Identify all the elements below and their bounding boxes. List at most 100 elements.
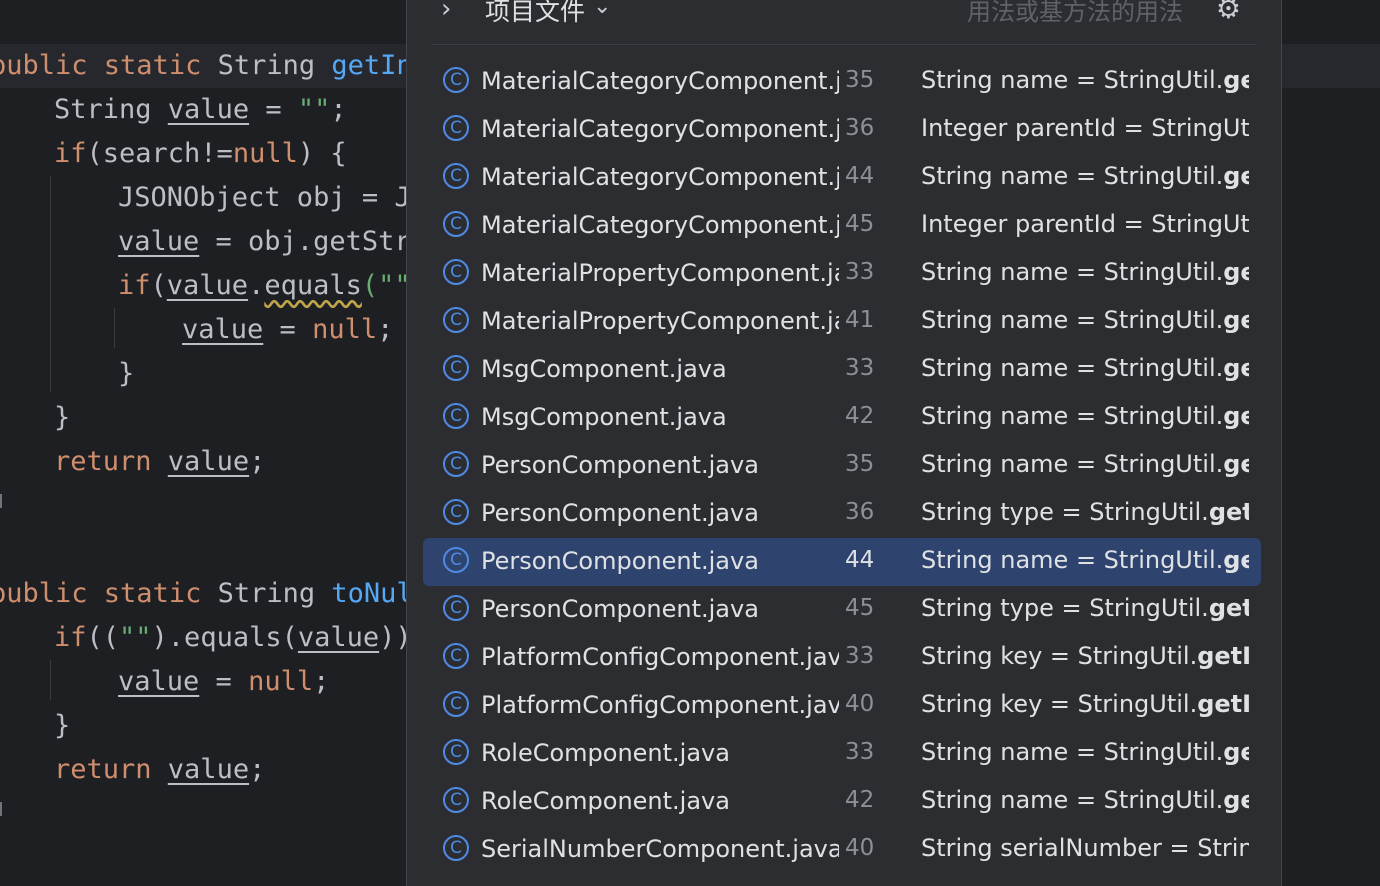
snippet-text: Integer parentId = StringUtil <box>921 114 1249 142</box>
result-line-number: 45 <box>845 595 875 621</box>
class-c-icon: C <box>443 163 469 189</box>
chevron-down-icon[interactable]: ⌄ <box>593 0 611 19</box>
gear-icon[interactable]: ⚙ <box>1216 0 1241 25</box>
code-token: value <box>166 270 249 301</box>
code-token: ; <box>249 446 266 477</box>
usage-result-row[interactable]: C PersonComponent.java 44 String name = Str… <box>423 538 1261 586</box>
result-file-name: MaterialCategoryComponent.java <box>481 211 839 239</box>
snippet-match: get <box>1223 258 1249 286</box>
code-token: public <box>0 578 104 609</box>
show-usages-popup: › 项目文件 ⌄ 用法或基方法的用法 ⚙ C MaterialCategoryCo… <box>406 0 1282 886</box>
usage-result-row[interactable]: C PersonComponent.java 45 String type = Str… <box>423 586 1261 634</box>
usage-result-row[interactable]: C RoleComponent.java 42 String name = Strin… <box>423 778 1261 826</box>
usage-result-row[interactable]: C PersonComponent.java 36 String type = Str… <box>423 490 1261 538</box>
usage-result-row[interactable]: C RoleComponent.java 33 String name = Strin… <box>423 730 1261 778</box>
class-c-icon: C <box>443 403 469 429</box>
header-divider <box>431 44 1257 45</box>
code-token: ("" <box>361 270 411 301</box>
usage-result-row[interactable]: C MaterialCategoryComponent.java44 String … <box>423 154 1261 202</box>
scope-selector[interactable]: 项目文件 <box>485 0 585 28</box>
usage-result-row[interactable]: C MsgComponent.java 42 String name = String… <box>423 394 1261 442</box>
class-c-icon: C <box>443 307 469 333</box>
code-token: = <box>249 94 298 125</box>
result-line-number: 36 <box>845 499 875 525</box>
code-token: value <box>167 446 250 477</box>
code-token: String <box>217 578 332 609</box>
snippet-text: Integer parentId = StringUtil <box>921 210 1249 238</box>
code-token: "" <box>297 94 331 125</box>
result-line-number: 42 <box>845 787 875 813</box>
code-line: value = obj.getStr <box>118 220 411 264</box>
result-line-number: 44 <box>845 163 875 189</box>
result-file-name: MaterialPropertyComponent.java <box>481 307 839 335</box>
code-token: null <box>232 138 298 169</box>
snippet-match: getIn <box>1208 498 1249 526</box>
result-code-snippet: String serialNumber = String <box>921 826 1249 874</box>
code-line: } <box>54 704 70 748</box>
class-c-icon: C <box>443 547 469 573</box>
result-code-snippet: String name = StringUtil.get <box>921 346 1249 394</box>
result-line-number: 33 <box>845 259 875 285</box>
usage-result-row[interactable]: C PersonComponent.java 35 String name = Str… <box>423 442 1261 490</box>
indent-guide <box>114 308 115 348</box>
chevron-right-icon[interactable]: › <box>441 0 451 24</box>
code-line: if(("").equals(value)) <box>54 616 412 660</box>
code-token: (search!= <box>86 138 233 169</box>
code-line: return value; <box>54 748 265 792</box>
usage-result-row[interactable]: C PlatformConfigComponent.java 33 String ke… <box>423 634 1261 682</box>
result-code-snippet: Integer parentId = StringUtil <box>921 202 1249 250</box>
usage-result-row[interactable]: C MaterialPropertyComponent.java 33 String … <box>423 250 1261 298</box>
result-code-snippet: String name = StringUtil.get <box>921 538 1249 586</box>
usage-result-row[interactable]: C SerialNumberComponent.java 40 String seri… <box>423 826 1261 874</box>
snippet-text: String type = StringUtil. <box>921 498 1209 526</box>
code-token: null <box>312 314 378 345</box>
class-c-icon: C <box>443 787 469 813</box>
snippet-match: get <box>1223 162 1249 190</box>
snippet-text: String name = StringUtil. <box>921 402 1224 430</box>
code-token: return <box>54 754 168 785</box>
result-file-name: PersonComponent.java <box>481 547 759 575</box>
method-end-marker <box>0 802 2 816</box>
usage-result-row[interactable]: C MaterialCategoryComponent.java36 Integer… <box>423 106 1261 154</box>
code-line: if(value.equals("" <box>118 264 411 308</box>
usage-result-row[interactable]: C MaterialCategoryComponent.java45 Integer… <box>423 202 1261 250</box>
usage-result-row[interactable]: C PlatformConfigComponent.java 40 String ke… <box>423 682 1261 730</box>
code-token: getIn <box>331 50 413 81</box>
result-code-snippet: String key = StringUtil.getInt <box>921 634 1249 682</box>
class-c-icon: C <box>443 835 469 861</box>
class-c-icon: C <box>443 499 469 525</box>
method-end-marker <box>0 494 2 508</box>
code-token: equals <box>264 270 362 301</box>
usage-result-row[interactable]: C MaterialCategoryComponent.java35 String … <box>423 58 1261 106</box>
snippet-match: get <box>1223 546 1249 574</box>
snippet-match: getIn <box>1208 594 1249 622</box>
result-line-number: 44 <box>845 547 875 573</box>
class-c-icon: C <box>443 67 469 93</box>
snippet-text: String key = StringUtil. <box>921 690 1198 718</box>
result-code-snippet: String name = StringUtil.get <box>921 298 1249 346</box>
snippet-text: String serialNumber = String <box>921 834 1249 862</box>
code-line: String value = ""; <box>54 88 347 132</box>
result-code-snippet: String name = StringUtil.get <box>921 250 1249 298</box>
usage-result-row[interactable]: C MaterialPropertyComponent.java 41 String … <box>423 298 1261 346</box>
popup-header: › 项目文件 ⌄ 用法或基方法的用法 ⚙ <box>407 0 1281 44</box>
code-token: ; <box>249 754 266 785</box>
result-file-name: MsgComponent.java <box>481 355 727 383</box>
code-token: null <box>248 666 314 697</box>
code-token: JSONObject obj = J <box>118 182 411 213</box>
snippet-match: get <box>1223 450 1249 478</box>
result-code-snippet: String name = StringUtil.get <box>921 778 1249 826</box>
usage-filter-hint: 用法或基方法的用法 <box>967 0 1183 26</box>
class-c-icon: C <box>443 115 469 141</box>
usage-result-row[interactable]: C MsgComponent.java 33 String name = String… <box>423 346 1261 394</box>
result-code-snippet: String name = StringUtil.get <box>921 58 1249 106</box>
result-file-name: MaterialCategoryComponent.java <box>481 67 839 95</box>
result-code-snippet: String name = StringUtil.get <box>921 394 1249 442</box>
code-token: ( <box>150 270 167 301</box>
class-c-icon: C <box>443 211 469 237</box>
code-line: return value; <box>54 440 265 484</box>
code-token: ; <box>377 314 394 345</box>
snippet-match: get <box>1223 66 1249 94</box>
result-line-number: 33 <box>845 739 875 765</box>
snippet-match: get <box>1223 738 1249 766</box>
